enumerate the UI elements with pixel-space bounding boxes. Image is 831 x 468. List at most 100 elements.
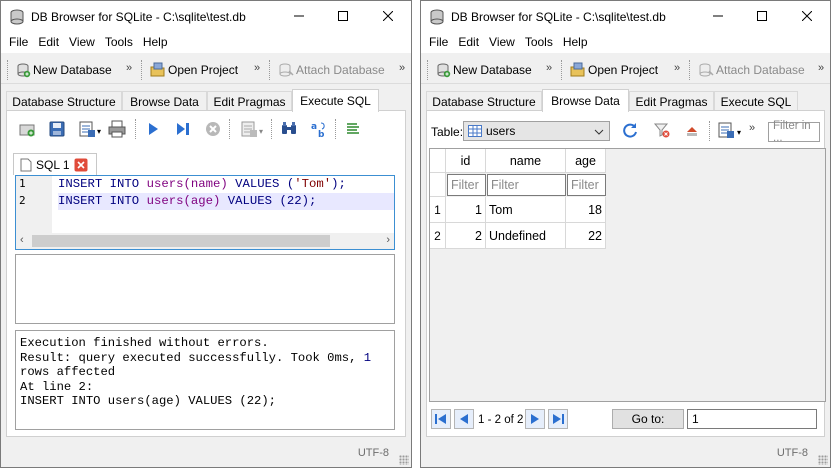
menu-view[interactable]: View (485, 35, 521, 49)
comment-block-icon[interactable] (343, 119, 363, 139)
new-database-button[interactable]: New Database (15, 59, 112, 81)
save-results-icon[interactable] (239, 119, 259, 139)
table-select[interactable]: users (463, 121, 610, 141)
close-tab-icon[interactable] (74, 158, 88, 172)
tab-execute-sql[interactable]: Execute SQL (292, 89, 379, 112)
open-project-button[interactable]: Open Project (150, 59, 238, 81)
open-tab-icon[interactable] (17, 119, 37, 139)
sql-keyword: INSERT INTO (58, 194, 140, 208)
resize-grip-icon[interactable] (818, 455, 828, 465)
toolbar-overflow-icon[interactable]: » (674, 62, 680, 74)
chevron-down-icon[interactable]: ▾ (97, 127, 101, 136)
column-header-age[interactable]: age (566, 149, 606, 173)
open-project-button[interactable]: Open Project (570, 59, 658, 81)
find-replace-icon[interactable]: ab (309, 119, 329, 139)
sql-editor[interactable]: 1 2 INSERT INTO users(name) VALUES ('Tom… (15, 175, 395, 250)
global-filter-input[interactable]: Filter in ... (768, 120, 820, 144)
table-cell[interactable]: Tom (486, 197, 566, 223)
first-page-button[interactable] (431, 409, 451, 429)
close-button[interactable] (365, 1, 411, 31)
scroll-right-icon[interactable]: › (386, 234, 390, 246)
goto-button[interactable]: Go to: (612, 409, 684, 429)
toolbar-separator (689, 60, 691, 80)
filter-input-age[interactable]: Filter (567, 174, 606, 196)
sort-icon[interactable] (683, 121, 701, 139)
tab-browse-data[interactable]: Browse Data (122, 91, 207, 111)
attach-database-button[interactable]: Attach Database (278, 59, 385, 81)
stop-execution-icon[interactable] (203, 119, 223, 139)
sql-columns: (age) (183, 194, 221, 208)
query-results-grid[interactable] (15, 254, 395, 324)
tab-browse-data[interactable]: Browse Data (542, 89, 629, 112)
last-page-button[interactable] (548, 409, 568, 429)
refresh-icon[interactable] (621, 121, 639, 139)
column-header-name[interactable]: name (486, 149, 566, 173)
find-text-icon[interactable] (279, 119, 299, 139)
filter-input-id[interactable]: Filter (447, 174, 486, 196)
table-select-value: users (486, 124, 516, 138)
menu-tools[interactable]: Tools (521, 35, 559, 49)
corner-cell[interactable] (430, 149, 446, 173)
status-bar: UTF-8 (1, 439, 411, 467)
open-sql-file-icon[interactable] (47, 119, 67, 139)
chevron-down-icon[interactable]: ▾ (259, 127, 263, 136)
goto-input[interactable]: 1 (687, 409, 817, 429)
chevron-down-icon[interactable]: ▾ (737, 128, 741, 137)
scroll-left-icon[interactable]: ‹ (20, 234, 24, 246)
menu-help[interactable]: Help (139, 35, 174, 49)
close-button[interactable] (784, 1, 830, 31)
main-toolbar: New Database » Open Project » Attach Dat… (1, 54, 411, 84)
toolbar-separator (135, 119, 137, 139)
menu-edit[interactable]: Edit (34, 35, 65, 49)
tab-database-structure[interactable]: Database Structure (6, 91, 122, 111)
print-icon[interactable] (107, 119, 127, 139)
close-icon (383, 11, 393, 21)
toolbar-overflow-icon[interactable]: » (749, 122, 755, 134)
minimize-button[interactable] (276, 1, 322, 31)
attach-database-button[interactable]: Attach Database (698, 59, 805, 81)
maximize-button[interactable] (320, 1, 366, 31)
table-cell[interactable]: 22 (566, 223, 606, 249)
scrollbar-thumb[interactable] (32, 235, 330, 247)
new-database-button[interactable]: New Database (435, 59, 532, 81)
window-browse-data: DB Browser for SQLite - C:\sqlite\test.d… (420, 0, 831, 468)
menu-file[interactable]: File (425, 35, 454, 49)
column-header-id[interactable]: id (446, 149, 486, 173)
clear-filters-icon[interactable] (653, 121, 671, 139)
tab-execute-sql[interactable]: Execute SQL (714, 91, 798, 111)
execute-all-icon[interactable] (143, 119, 163, 139)
table-cell[interactable]: 1 (446, 197, 486, 223)
maximize-button[interactable] (739, 1, 785, 31)
tab-edit-pragmas[interactable]: Edit Pragmas (629, 91, 714, 111)
menu-edit[interactable]: Edit (454, 35, 485, 49)
row-header[interactable]: 1 (430, 197, 446, 223)
code-line-1: INSERT INTO users(name) VALUES ('Tom'); (58, 176, 394, 193)
menu-file[interactable]: File (5, 35, 34, 49)
toolbar-overflow-icon[interactable]: » (546, 62, 552, 74)
line-number: 1 (19, 177, 26, 190)
data-grid[interactable]: id name age Filter Filter Filter 1 1 Tom… (429, 148, 826, 402)
execute-current-line-icon[interactable] (173, 119, 193, 139)
toolbar-overflow-icon[interactable]: » (818, 62, 824, 74)
menu-tools[interactable]: Tools (101, 35, 139, 49)
table-cell[interactable]: 18 (566, 197, 606, 223)
table-cell[interactable]: Undefined (486, 223, 566, 249)
toolbar-overflow-icon[interactable]: » (399, 62, 405, 74)
save-sql-file-icon[interactable] (77, 119, 97, 139)
toolbar-overflow-icon[interactable]: » (126, 62, 132, 74)
row-header[interactable]: 2 (430, 223, 446, 249)
toolbar-overflow-icon[interactable]: » (254, 62, 260, 74)
tab-database-structure[interactable]: Database Structure (426, 91, 542, 111)
menu-help[interactable]: Help (559, 35, 594, 49)
resize-grip-icon[interactable] (399, 455, 409, 465)
filter-input-name[interactable]: Filter (487, 174, 566, 196)
tab-edit-pragmas[interactable]: Edit Pragmas (207, 91, 292, 111)
minimize-button[interactable] (695, 1, 741, 31)
previous-page-button[interactable] (454, 409, 474, 429)
next-page-button[interactable] (525, 409, 545, 429)
horizontal-scrollbar[interactable]: ‹ › (16, 233, 394, 249)
tab-sql-1[interactable]: SQL 1 (13, 153, 97, 175)
menu-view[interactable]: View (65, 35, 101, 49)
table-cell[interactable]: 2 (446, 223, 486, 249)
save-table-icon[interactable] (717, 121, 735, 139)
